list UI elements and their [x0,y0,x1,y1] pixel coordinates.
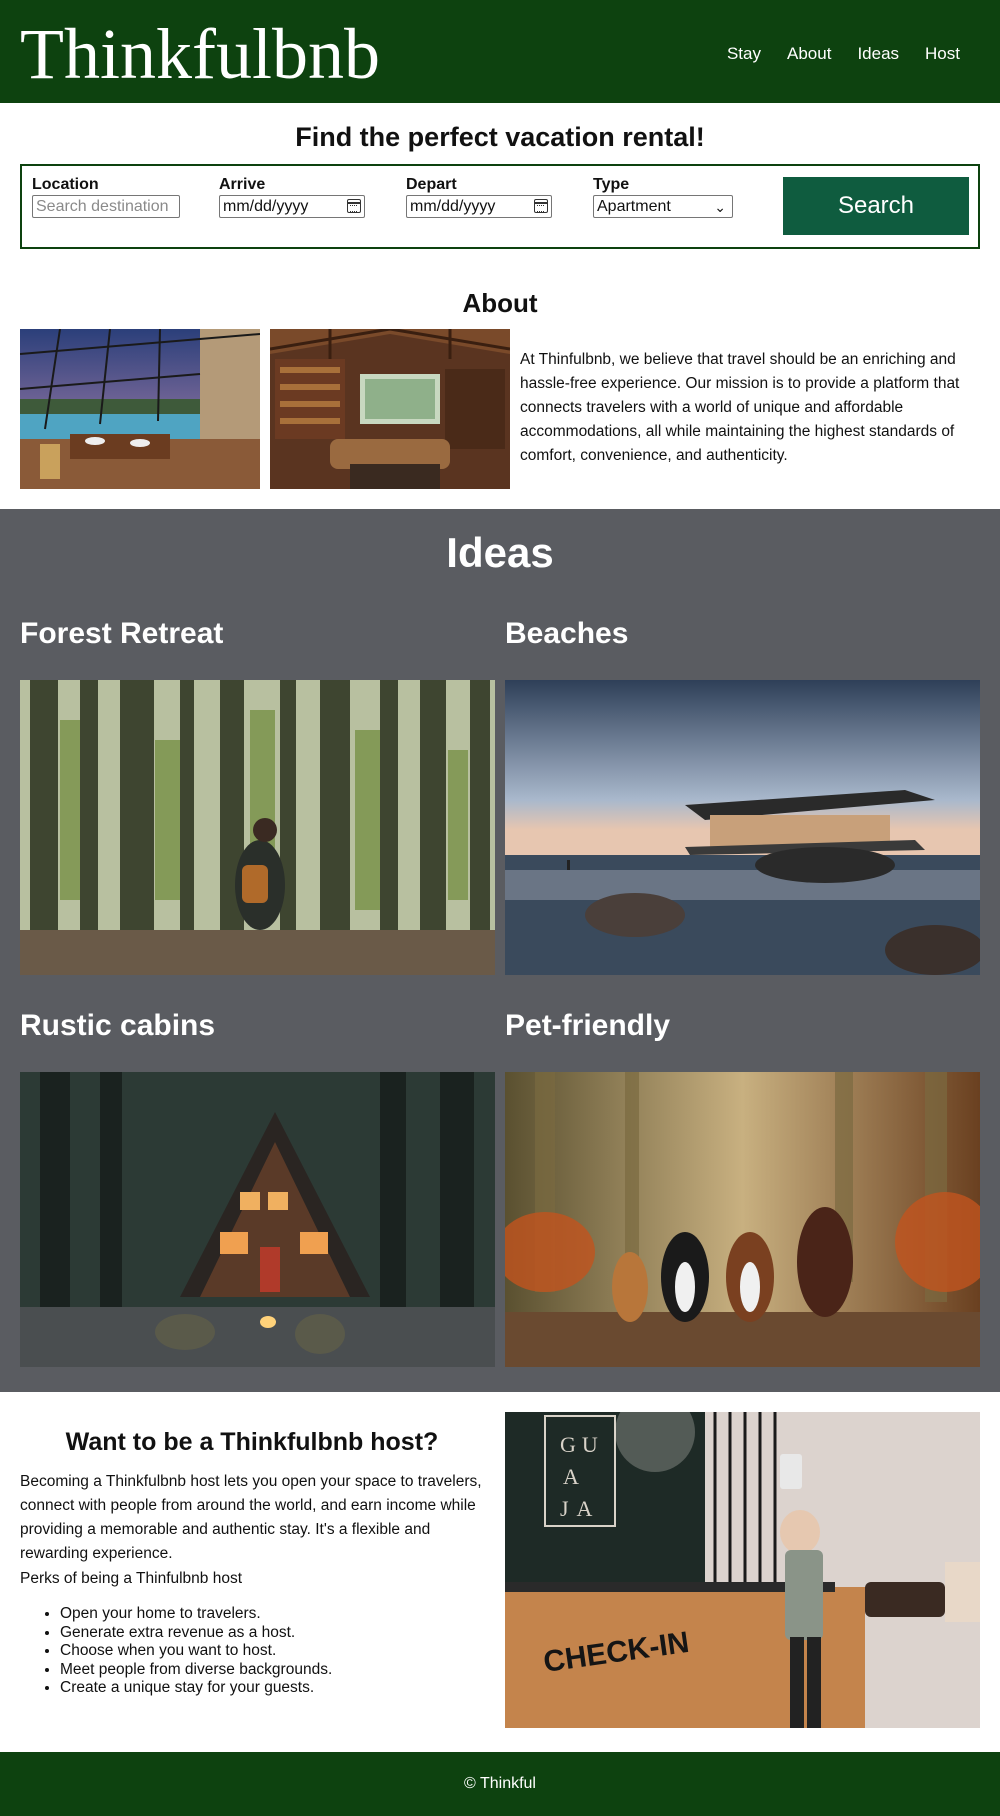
depart-date-value: mm/dd/yyyy [410,198,496,215]
arrive-label: Arrive [219,176,266,193]
site-footer: © Thinkful [0,1752,1000,1816]
nav-link-ideas[interactable]: Ideas [857,44,899,64]
type-label: Type [593,176,630,193]
list-item: Generate extra revenue as a host. [60,1624,332,1643]
arrive-date-input[interactable]: mm/dd/yyyy [219,195,365,218]
idea-heading-beaches: Beaches [505,617,629,650]
host-photo-check-in: GU A JA CHECK-IN [505,1412,980,1728]
list-item: Create a unique stay for your guests. [60,1679,332,1698]
main-nav: Stay About Ideas Host [727,44,960,64]
nav-link-about[interactable]: About [787,44,831,64]
idea-photo-forest-retreat[interactable] [20,680,495,975]
idea-photo-rustic-cabins[interactable] [20,1072,495,1367]
svg-text:JA: JA [560,1496,600,1521]
idea-heading-pet-friendly: Pet-friendly [505,1009,671,1042]
idea-heading-forest-retreat: Forest Retreat [20,617,224,650]
location-field-group: Location Search destination [32,176,180,218]
idea-heading-rustic-cabins: Rustic cabins [20,1009,216,1042]
ideas-title: Ideas [446,529,554,576]
chevron-down-icon: ⌄ [714,199,726,215]
list-item: Open your home to travelers. [60,1605,332,1624]
location-label: Location [32,176,99,193]
about-text: At Thinfulbnb, we believe that travel sh… [520,351,960,464]
arrive-field-group: Arrive mm/dd/yyyy [219,176,365,218]
about-photo-cabin-living-room [270,329,510,489]
location-placeholder: Search destination [36,198,169,215]
host-perks-list: Open your home to travelers. Generate ex… [60,1605,332,1698]
arrive-date-value: mm/dd/yyyy [223,198,309,215]
type-select-value: Apartment [597,198,671,215]
sign-letters: GU [560,1432,604,1457]
search-form: Location Search destination Arrive mm/dd… [20,164,980,249]
list-item: Choose when you want to host. [60,1642,332,1661]
depart-field-group: Depart mm/dd/yyyy [406,176,552,218]
about-title: About [462,288,538,318]
about-photo-pool-patio [20,329,260,489]
type-field-group: Type Apartment ⌄ [593,176,733,218]
nav-link-stay[interactable]: Stay [727,44,761,64]
host-perks-title: Perks of being a Thinfulbnb host [20,1570,243,1587]
idea-photo-pet-friendly[interactable] [505,1072,980,1367]
search-button[interactable]: Search [783,177,969,235]
nav-link-host[interactable]: Host [925,44,960,64]
depart-date-input[interactable]: mm/dd/yyyy [406,195,552,218]
depart-label: Depart [406,176,457,193]
search-title: Find the perfect vacation rental! [295,122,705,152]
ideas-section: Ideas Forest Retreat Beaches Rustic cabi… [0,509,1000,1392]
site-header: Thinkfulbnb Stay About Ideas Host [0,0,1000,103]
host-title: Want to be a Thinkfulbnb host? [65,1428,439,1456]
host-description: Becoming a Thinkfulbnb host lets you ope… [20,1473,482,1562]
brand-logo[interactable]: Thinkfulbnb [20,18,380,90]
svg-text:A: A [563,1464,579,1489]
idea-photo-beaches[interactable] [505,680,980,975]
footer-copyright: © Thinkful [464,1775,536,1792]
calendar-icon[interactable] [347,199,361,213]
location-input[interactable]: Search destination [32,195,180,218]
type-select[interactable]: Apartment ⌄ [593,195,733,218]
list-item: Meet people from diverse backgrounds. [60,1661,332,1680]
calendar-icon[interactable] [534,199,548,213]
